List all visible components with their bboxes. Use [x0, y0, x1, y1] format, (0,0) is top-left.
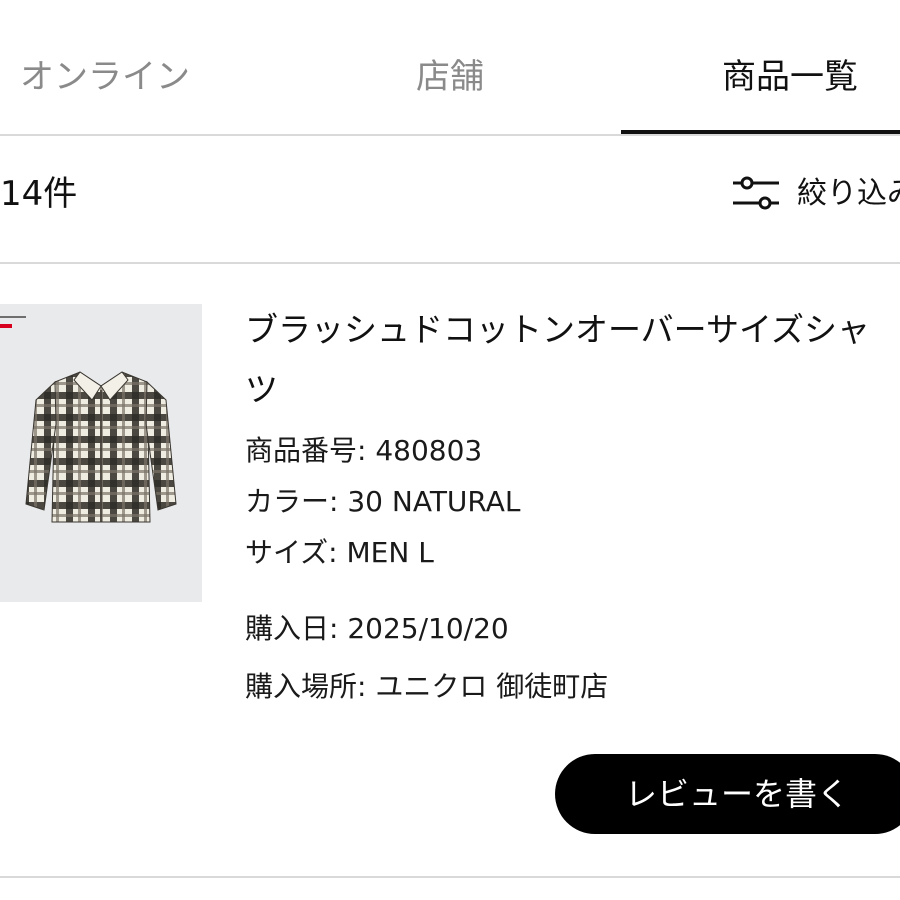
- product-number-row: 商品番号480803: [245, 431, 482, 471]
- purchase-place-row: 購入場所ユニクロ 御徒町店: [245, 667, 608, 707]
- active-tab-indicator: [621, 130, 900, 134]
- filter-label: 絞り込み: [797, 176, 900, 211]
- product-size-value: MEN L: [346, 536, 434, 569]
- purchase-date-row: 購入日2025/10/20: [245, 609, 509, 649]
- tab-store[interactable]: 店舗: [416, 52, 484, 102]
- tab-bar: オンライン 店舗 商品一覧: [0, 0, 900, 136]
- results-bar: 14件 絞り込み: [0, 136, 900, 264]
- filter-sliders-icon: [733, 176, 779, 210]
- filter-button[interactable]: 絞り込み: [731, 169, 900, 219]
- product-number-label: 商品番号: [245, 434, 375, 467]
- product-color-row: カラー30 NATURAL: [245, 482, 521, 522]
- purchase-place-value: ユニクロ 御徒町店: [375, 670, 609, 703]
- tab-online[interactable]: オンライン: [20, 52, 190, 102]
- write-review-button[interactable]: レビューを書く: [555, 754, 900, 834]
- product-size-row: サイズMEN L: [245, 533, 434, 573]
- tab-products[interactable]: 商品一覧: [722, 52, 858, 102]
- product-size-label: サイズ: [245, 536, 347, 569]
- purchase-date-value: 2025/10/20: [347, 612, 509, 645]
- purchase-date-label: 購入日: [245, 612, 347, 645]
- plaid-shirt-icon: [25, 371, 177, 523]
- product-image[interactable]: [0, 304, 202, 602]
- product-name[interactable]: ブラッシュドコットンオーバーサイズシャツ: [245, 300, 895, 420]
- product-number-value: 480803: [375, 434, 483, 467]
- product-color-label: カラー: [245, 485, 347, 518]
- result-count: 14件: [0, 174, 78, 214]
- product-color-value: 30 NATURAL: [347, 485, 521, 518]
- card-divider: [0, 876, 900, 878]
- purchase-place-label: 購入場所: [245, 670, 375, 703]
